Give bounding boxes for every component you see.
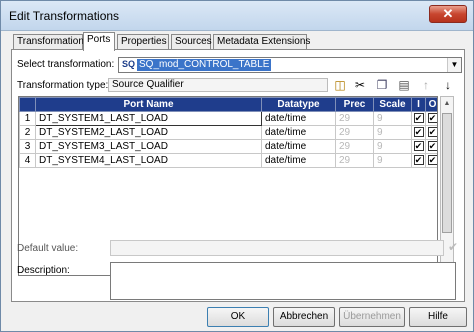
help-button[interactable]: Hilfe <box>409 307 467 327</box>
port-name-cell[interactable]: DT_SYSTEM4_LAST_LOAD <box>35 153 262 168</box>
scrollbar-thumb[interactable] <box>442 113 452 233</box>
select-transformation-label: Select transformation: <box>17 59 115 70</box>
tab-sources[interactable]: Sources <box>171 34 212 50</box>
row-number[interactable]: 1 <box>19 111 36 126</box>
prec-cell[interactable]: 29 <box>335 139 374 154</box>
default-value-label: Default value: <box>17 243 79 254</box>
tab-transformation[interactable]: Transformation <box>13 34 84 50</box>
table-row[interactable]: 2 DT_SYSTEM2_LAST_LOAD date/time 29 9 ✔ … <box>19 125 437 140</box>
move-up-icon[interactable]: ↑ <box>418 77 434 93</box>
output-header[interactable]: O <box>425 97 437 112</box>
description-field[interactable] <box>110 262 456 300</box>
transformation-type-label: Transformation type: <box>17 80 109 91</box>
prec-cell[interactable]: 29 <box>335 125 374 140</box>
row-number[interactable]: 2 <box>19 125 36 140</box>
window-title: Edit Transformations <box>9 9 120 23</box>
port-name-cell[interactable]: DT_SYSTEM3_LAST_LOAD <box>35 139 262 154</box>
port-name-cell[interactable]: DT_SYSTEM2_LAST_LOAD <box>35 125 262 140</box>
scale-header[interactable]: Scale <box>373 97 412 112</box>
selected-transformation: SQ_mod_CONTROL_TABLE <box>137 59 272 71</box>
datatype-cell[interactable]: date/time <box>261 153 336 168</box>
ports-header-row: Port Name Datatype Prec Scale I O <box>19 97 437 112</box>
table-row[interactable]: 4 DT_SYSTEM4_LAST_LOAD date/time 29 9 ✔ … <box>19 153 437 168</box>
tab-metadata-extensions[interactable]: Metadata Extensions <box>213 34 310 50</box>
move-down-icon[interactable]: ↓ <box>440 77 456 93</box>
select-transformation-dropdown[interactable]: SQ SQ_mod_CONTROL_TABLE ▼ <box>118 57 462 73</box>
row-number[interactable]: 4 <box>19 153 36 168</box>
description-label: Description: <box>17 265 70 276</box>
transformation-type-field: Source Qualifier <box>108 78 328 92</box>
input-header[interactable]: I <box>411 97 426 112</box>
scale-cell[interactable]: 9 <box>373 125 412 140</box>
output-checkbox[interactable]: ✔ <box>427 141 437 152</box>
prec-header[interactable]: Prec <box>335 97 374 112</box>
row-number-header <box>19 97 36 112</box>
edit-transformations-dialog: Edit Transformations ✕ Transformation Po… <box>0 0 474 332</box>
datatype-cell[interactable]: date/time <box>261 139 336 154</box>
datatype-header[interactable]: Datatype <box>261 97 336 112</box>
source-qualifier-icon: SQ <box>122 59 136 69</box>
prec-cell[interactable]: 29 <box>335 153 374 168</box>
cut-icon[interactable]: ✂ <box>352 77 368 93</box>
close-button[interactable]: ✕ <box>429 5 467 23</box>
default-value-field[interactable] <box>110 240 444 256</box>
scroll-up-icon[interactable]: ▲ <box>441 97 453 111</box>
apply-button[interactable]: Übernehmen <box>339 307 405 327</box>
table-row[interactable]: 3 DT_SYSTEM3_LAST_LOAD date/time 29 9 ✔ … <box>19 139 437 154</box>
port-name-cell[interactable]: DT_SYSTEM1_LAST_LOAD <box>35 111 262 126</box>
input-checkbox[interactable]: ✔ <box>413 113 424 124</box>
copy-icon[interactable]: ❐ <box>374 77 390 93</box>
output-checkbox[interactable]: ✔ <box>427 127 437 138</box>
cancel-button[interactable]: Abbrechen <box>273 307 335 327</box>
table-row[interactable]: 1 DT_SYSTEM1_LAST_LOAD date/time 29 9 ✔ … <box>19 111 437 126</box>
datatype-cell[interactable]: date/time <box>261 111 336 126</box>
title-bar[interactable]: Edit Transformations ✕ <box>1 1 473 31</box>
input-checkbox[interactable]: ✔ <box>413 155 424 166</box>
datatype-cell[interactable]: date/time <box>261 125 336 140</box>
tab-ports[interactable]: Ports <box>83 32 115 51</box>
output-checkbox[interactable]: ✔ <box>427 113 437 124</box>
input-checkbox[interactable]: ✔ <box>413 141 424 152</box>
port-name-header[interactable]: Port Name <box>35 97 262 112</box>
paste-icon[interactable]: ▤ <box>396 77 412 93</box>
tab-properties[interactable]: Properties <box>117 34 169 50</box>
ports-table: Port Name Datatype Prec Scale I O 1 DT_S… <box>19 97 437 168</box>
input-checkbox[interactable]: ✔ <box>413 127 424 138</box>
ports-panel: Select transformation: SQ SQ_mod_CONTROL… <box>11 49 465 302</box>
close-icon: ✕ <box>442 6 454 21</box>
scale-cell[interactable]: 9 <box>373 111 412 126</box>
new-port-icon[interactable]: ◫ <box>332 77 348 93</box>
scale-cell[interactable]: 9 <box>373 139 412 154</box>
scale-cell[interactable]: 9 <box>373 153 412 168</box>
ok-button[interactable]: OK <box>207 307 269 327</box>
prec-cell[interactable]: 29 <box>335 111 374 126</box>
row-number[interactable]: 3 <box>19 139 36 154</box>
output-checkbox[interactable]: ✔ <box>427 155 437 166</box>
chevron-down-icon[interactable]: ▼ <box>447 58 461 72</box>
validate-check-icon[interactable]: ✔ <box>448 240 458 254</box>
